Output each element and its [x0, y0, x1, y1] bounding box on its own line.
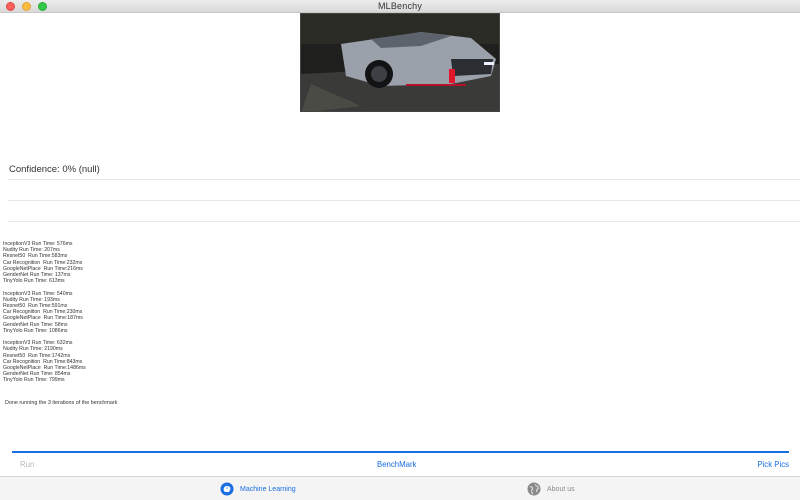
pick-pics-button[interactable]: Pick Pics	[757, 460, 789, 469]
log-line: Car Recognition Run Time:232ms	[3, 259, 83, 266]
separator	[8, 200, 800, 201]
log-line: GoogleNetPlace Run Time:187ms	[3, 315, 83, 322]
window-titlebar[interactable]: MLBenchy	[0, 0, 800, 13]
tab-machine-learning[interactable]: Machine Learning	[220, 477, 296, 500]
tab-about-us[interactable]: About us	[527, 477, 575, 500]
log-line: TinyYolo Run Time: 613ms	[3, 278, 65, 285]
iteration-result-group: InceptionV3 Run Time: 576ms Nudity Run T…	[3, 241, 86, 284]
progress-fill	[12, 451, 789, 453]
confidence-label: Confidence: 0% (null)	[9, 164, 100, 175]
iteration-result-group: InceptionV3 Run Time: 632ms Nudity Run T…	[3, 340, 86, 383]
benchmark-status: Done running the 3 iterations of the ben…	[5, 400, 118, 406]
tab-bar: Machine Learning About us	[0, 476, 800, 500]
selected-photo	[300, 13, 500, 112]
log-line: TinyYolo Run Time: 1086ms	[3, 327, 68, 334]
benchmark-log: InceptionV3 Run Time: 576ms Nudity Run T…	[3, 241, 86, 390]
tab-label: Machine Learning	[240, 485, 296, 493]
separator	[8, 221, 800, 222]
brain-icon	[220, 482, 234, 496]
tab-label: About us	[547, 485, 575, 493]
benchmark-button[interactable]: BenchMark	[377, 460, 416, 469]
iteration-result-group: InceptionV3 Run Time: 540ms Nudity Run T…	[3, 291, 86, 334]
run-button[interactable]: Run	[20, 460, 34, 469]
separator	[8, 179, 800, 180]
globe-icon	[527, 482, 541, 496]
log-line: TinyYolo Run Time: 799ms	[3, 377, 65, 384]
benchmark-progress-bar	[12, 451, 789, 453]
window-title: MLBenchy	[377, 1, 423, 11]
